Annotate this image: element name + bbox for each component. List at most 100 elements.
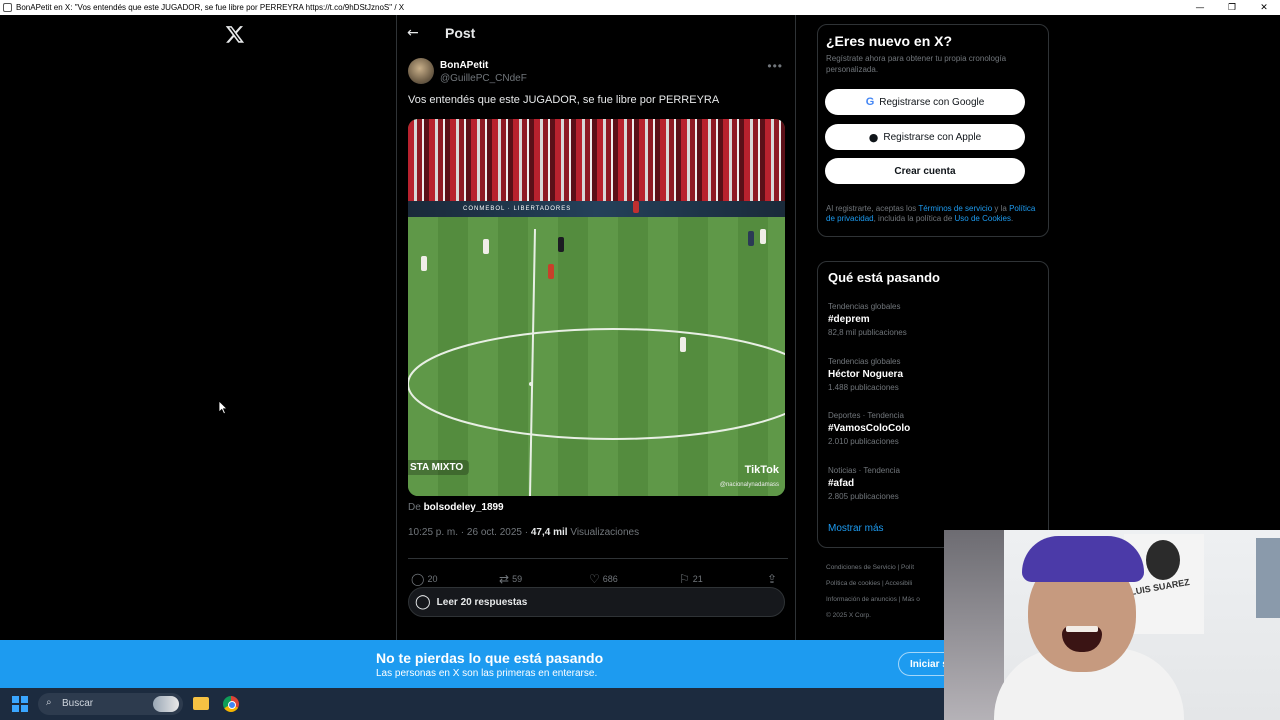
apple-signup-label: Registrarse con Apple	[883, 131, 982, 143]
chrome-icon[interactable]	[223, 696, 239, 712]
read-replies-label: Leer 20 respuestas	[436, 596, 528, 608]
footer-copyright: © 2025 X Corp.	[826, 612, 871, 619]
trend-context: Tendencias globales	[828, 302, 901, 311]
heart-icon: ♡	[589, 572, 600, 586]
google-signup-label: Registrarse con Google	[879, 96, 985, 108]
video-source: De bolsodeley_1899	[408, 502, 504, 513]
trend-item[interactable]: Tendencias globales #deprem 82,8 mil pub…	[828, 302, 1028, 337]
reply-button[interactable]: ◯ 20	[411, 571, 437, 587]
terms-link[interactable]: Términos de servicio	[918, 204, 992, 213]
mouse-cursor-icon	[218, 400, 228, 415]
footer-line[interactable]: Información de anuncios | Más o	[826, 596, 920, 603]
signup-legal-text: Al registrarte, aceptas los Términos de …	[826, 204, 1038, 224]
read-replies-button[interactable]: ◯ Leer 20 respuestas	[408, 587, 785, 617]
close-button[interactable]: ✕	[1248, 3, 1280, 13]
apple-icon: ●	[868, 130, 879, 144]
webcam-background	[1256, 538, 1280, 618]
video-source-prefix: De	[408, 502, 421, 513]
trend-item[interactable]: Deportes · Tendencia #VamosColoColo 2.01…	[828, 411, 1028, 446]
footer-line[interactable]: Condiciones de Servicio | Polít	[826, 564, 914, 571]
legal-text: , incluida la política de	[873, 214, 955, 223]
trend-count: 82,8 mil publicaciones	[828, 328, 907, 337]
speech-bubble-icon: ◯	[415, 594, 431, 610]
more-options-icon[interactable]: •••	[767, 59, 783, 73]
share-button[interactable]: ⇪	[767, 571, 780, 587]
player-figure	[421, 256, 427, 271]
taskbar-search[interactable]: ⌕ Buscar	[38, 693, 183, 715]
banner-title: No te pierdas lo que está pasando	[376, 650, 604, 666]
player-figure	[558, 237, 564, 252]
player-figure	[548, 264, 554, 279]
signup-subtitle: Regístrate ahora para obtener tu propia …	[826, 54, 1007, 74]
repost-icon: ⇄	[499, 572, 510, 586]
player-figure	[483, 239, 489, 254]
tiktok-handle: @nacionalynadamass	[719, 482, 779, 488]
trend-context: Deportes · Tendencia	[828, 411, 904, 420]
trend-context: Tendencias globales	[828, 357, 901, 366]
page-title: Post	[445, 25, 476, 41]
like-button[interactable]: ♡ 686	[589, 571, 618, 587]
trend-name: #VamosColoColo	[828, 423, 911, 434]
trend-count: 1.488 publicaciones	[828, 383, 899, 392]
cookies-link[interactable]: Uso de Cookies	[955, 214, 1011, 223]
video-source-user[interactable]: bolsodeley_1899	[424, 502, 504, 513]
banner-subtitle: Las personas en X son las primeras en en…	[376, 668, 598, 679]
window-title-bar: BonAPetit en X: "Vos entendés que este J…	[0, 0, 1280, 15]
trends-title: Qué está pasando	[828, 270, 940, 285]
windows-start-icon[interactable]	[12, 696, 28, 712]
trend-item[interactable]: Tendencias globales Héctor Noguera 1.488…	[828, 357, 1028, 392]
share-icon: ⇪	[767, 572, 778, 586]
post-column: ← Post BonAPetit @GuillePC_CNdeF ••• Vos…	[396, 15, 796, 640]
bookmark-button[interactable]: ⚐ 21	[679, 571, 703, 587]
window-title: BonAPetit en X: "Vos entendés que este J…	[16, 3, 405, 12]
views-count: 47,4 mil	[530, 527, 568, 538]
tiktok-watermark: TikTok	[744, 464, 779, 476]
create-account-button[interactable]: Crear cuenta	[825, 158, 1025, 184]
player-figure	[748, 231, 754, 246]
post-text: Vos entendés que este JUGADOR, se fue li…	[408, 94, 720, 106]
x-favicon-icon	[3, 3, 12, 12]
x-logo-icon[interactable]	[225, 24, 245, 44]
minimize-button[interactable]: —	[1184, 3, 1216, 13]
trend-count: 2.010 publicaciones	[828, 437, 899, 446]
trend-item[interactable]: Noticias · Tendencia #afad 2.805 publica…	[828, 466, 1028, 501]
show-more-link[interactable]: Mostrar más	[828, 523, 884, 534]
poster-face	[1146, 540, 1180, 580]
bookmark-icon: ⚐	[679, 572, 690, 586]
webcam-background	[944, 530, 1004, 720]
search-icon: ⌕	[46, 697, 52, 708]
post-meta: 10:25 p. m. · 26 oct. 2025 · 47,4 mil Vi…	[408, 527, 639, 538]
trend-context: Noticias · Tendencia	[828, 466, 900, 475]
signup-title: ¿Eres nuevo en X?	[826, 33, 953, 49]
bookmark-count: 21	[692, 574, 703, 584]
player-figure	[633, 201, 639, 213]
reply-count: 20	[427, 574, 438, 584]
streamer-teeth	[1066, 626, 1098, 632]
create-account-label: Crear cuenta	[894, 165, 956, 177]
post-video[interactable]: CONMEBOL · LIBERTADORES STA MIXTO TikTok…	[408, 119, 785, 496]
trend-name: #afad	[828, 478, 855, 489]
player-figure	[760, 229, 766, 244]
post-timestamp[interactable]: 10:25 p. m. · 26 oct. 2025 ·	[408, 527, 531, 538]
footer-line[interactable]: Política de cookies | Accesibili	[826, 580, 912, 587]
search-highlight-icon	[153, 696, 179, 712]
repost-count: 59	[512, 574, 523, 584]
avatar[interactable]	[408, 58, 434, 84]
signup-panel: ¿Eres nuevo en X? Regístrate ahora para …	[817, 24, 1049, 237]
trend-name: Héctor Noguera	[828, 369, 904, 380]
taskbar-search-label: Buscar	[62, 698, 94, 709]
trends-panel: Qué está pasando Tendencias globales #de…	[817, 261, 1049, 548]
file-explorer-icon[interactable]	[193, 697, 209, 710]
author-name[interactable]: BonAPetit	[440, 60, 488, 71]
reply-icon: ◯	[411, 572, 425, 586]
google-signup-button[interactable]: G Registrarse con Google	[825, 89, 1025, 115]
maximize-button[interactable]: ❐	[1216, 3, 1248, 13]
webcam-overlay: LUIS SUAREZ	[944, 530, 1280, 720]
player-figure	[680, 337, 686, 352]
google-icon: G	[865, 96, 875, 108]
apple-signup-button[interactable]: ● Registrarse con Apple	[825, 124, 1025, 150]
post-author: BonAPetit @GuillePC_CNdeF •••	[397, 51, 795, 87]
author-handle[interactable]: @GuillePC_CNdeF	[440, 73, 527, 84]
repost-button[interactable]: ⇄ 59	[499, 571, 522, 587]
back-arrow-icon[interactable]: ←	[407, 25, 445, 41]
